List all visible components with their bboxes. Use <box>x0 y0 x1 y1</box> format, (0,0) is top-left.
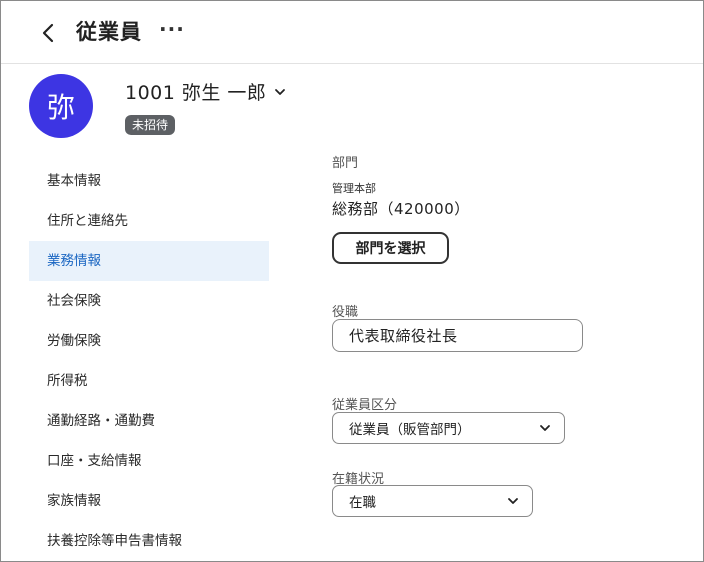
department-value: 総務部（420000） <box>332 200 470 218</box>
avatar: 弥 <box>29 74 93 138</box>
app-window: 従業員 ··· 弥 1001 弥生 一郎 未招待 基本情報 住所と連絡先 業務情… <box>0 0 704 562</box>
back-button[interactable] <box>37 20 61 46</box>
sidebar-item-labor-insurance[interactable]: 労働保険 <box>29 321 269 361</box>
sidebar-item-income-tax[interactable]: 所得税 <box>29 361 269 401</box>
chevron-left-icon <box>42 23 54 43</box>
sidebar-item-family[interactable]: 家族情報 <box>29 481 269 521</box>
chevron-down-icon <box>508 498 518 504</box>
status-badge: 未招待 <box>125 115 176 135</box>
chevron-down-icon <box>540 425 550 431</box>
sidebar-item-address-contact[interactable]: 住所と連絡先 <box>29 201 269 241</box>
employee-switcher[interactable]: 1001 弥生 一郎 <box>125 78 286 105</box>
employment-status-value: 在職 <box>349 495 376 511</box>
department-label: 部門 <box>332 156 359 171</box>
employee-name: 1001 弥生 一郎 <box>125 82 267 104</box>
sidebar-item-commute[interactable]: 通勤経路・通勤費 <box>29 401 269 441</box>
position-label: 役職 <box>332 305 359 320</box>
sidebar-nav: 基本情報 住所と連絡先 業務情報 社会保険 労働保険 所得税 通勤経路・通勤費 … <box>29 161 269 561</box>
employee-type-label: 従業員区分 <box>332 398 398 413</box>
chevron-down-icon <box>275 88 286 95</box>
sidebar-item-social-insurance[interactable]: 社会保険 <box>29 281 269 321</box>
top-bar: 従業員 ··· <box>1 1 703 64</box>
page-title: 従業員 <box>76 20 142 44</box>
position-input[interactable]: 代表取締役社長 <box>332 319 583 352</box>
sidebar-item-basic-info[interactable]: 基本情報 <box>29 161 269 201</box>
sidebar-item-bank-payment[interactable]: 口座・支給情報 <box>29 441 269 481</box>
sidebar-item-dependent-declaration[interactable]: 扶養控除等申告書情報 <box>29 521 269 561</box>
sidebar-item-work-info[interactable]: 業務情報 <box>29 241 269 281</box>
employee-type-value: 従業員（販管部門） <box>349 422 471 438</box>
employee-type-select[interactable]: 従業員（販管部門） <box>332 412 565 444</box>
more-options-button[interactable]: ··· <box>159 17 185 41</box>
employment-status-select[interactable]: 在職 <box>332 485 533 517</box>
department-parent: 管理本部 <box>332 182 376 195</box>
select-department-button[interactable]: 部門を選択 <box>332 232 449 264</box>
